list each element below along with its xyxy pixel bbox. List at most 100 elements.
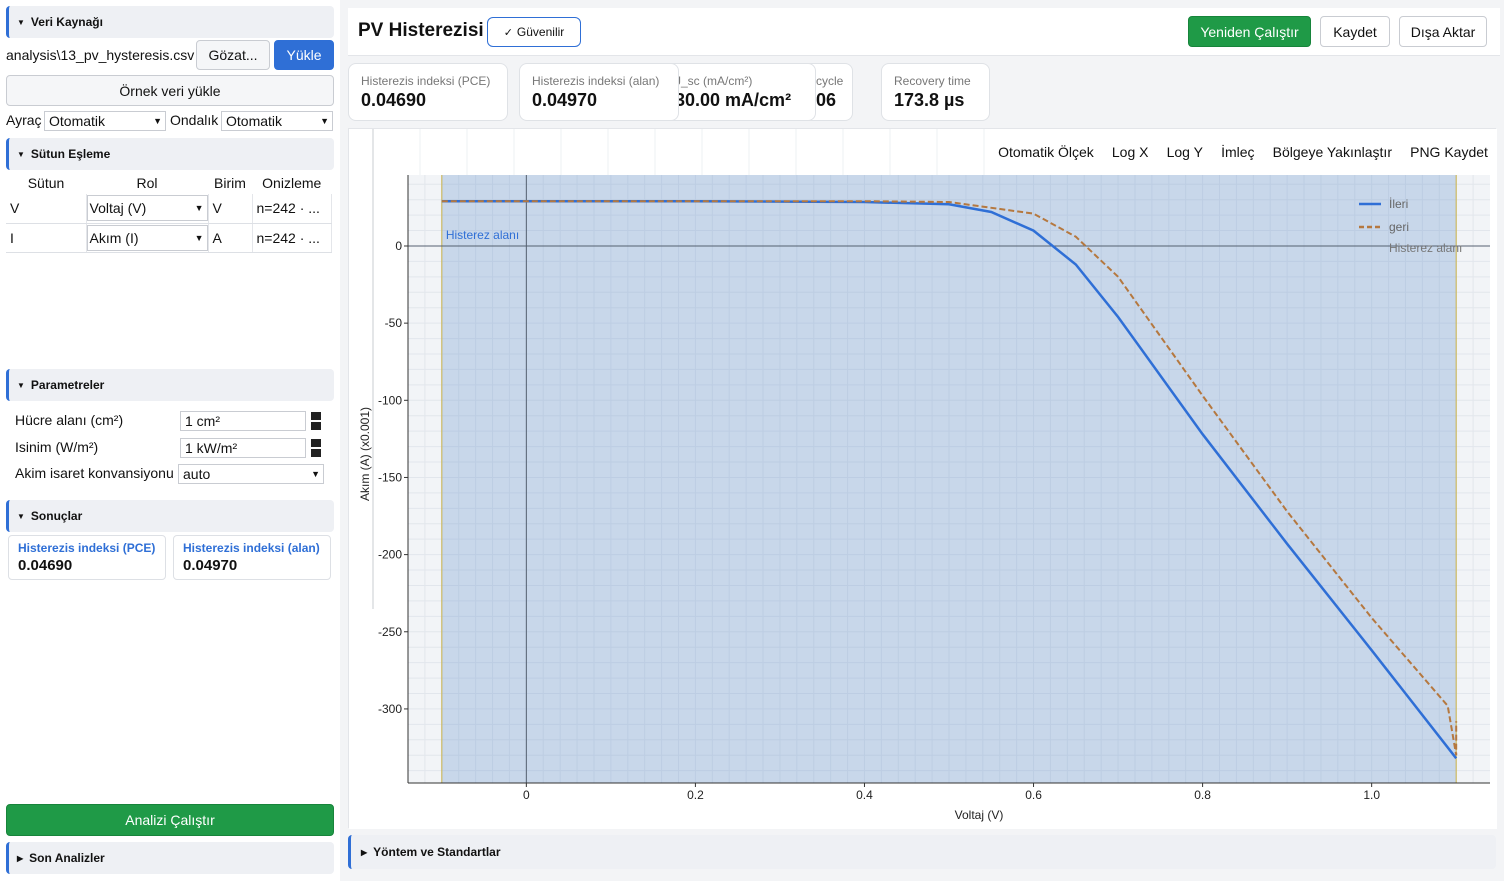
section-methods-standards[interactable]: ▶ Yöntem ve Standartlar [348,835,1496,869]
role-select[interactable]: Voltaj (V) ▼ [86,195,208,222]
collapse-triangle-icon: ▼ [17,17,25,27]
metric-card: Histerezis indeksi (PCE) 0.04690 [348,63,508,121]
y-tick-label: -50 [385,316,403,330]
metric-label: J_sc (mA/cm²) [675,74,753,88]
cell-area-input[interactable]: 1 cm² [180,411,306,431]
role-value: Akım (I) [89,229,139,246]
log-x-button[interactable]: Log X [1112,144,1149,160]
x-axis-label: Voltaj (V) [955,808,1004,822]
load-button[interactable]: Yükle [274,40,334,70]
preview-cell: n=242 · ... [252,223,332,253]
role-select[interactable]: Akım (I) ▼ [86,224,208,251]
legend-label: geri [1389,220,1409,234]
x-tick-label: 0.2 [687,788,704,802]
chevron-down-icon: ▼ [194,232,204,243]
result-card: Histerezis indeksi (alan) 0.04970 [173,535,331,580]
result-label: Histerezis indeksi (PCE) [18,541,156,555]
export-button[interactable]: Dışa Aktar [1399,16,1487,47]
sign-convention-label: Akim isaret konvansiyonu [15,465,174,481]
unit-cell[interactable]: A [208,223,253,253]
legend-label: Histerez alanı [1389,241,1462,255]
metric-value: 0.04690 [361,90,427,110]
chevron-down-icon: ▼ [153,116,162,126]
decimal-label: Ondalık [170,112,219,128]
run-analysis-button[interactable]: Analizi Çalıştır [6,804,334,836]
expand-triangle-icon: ▶ [361,847,368,857]
separator-select[interactable]: Otomatik ▼ [44,111,166,131]
plot-toolbar: Otomatik Ölçek Log X Log Y İmleç Bölgeye… [989,129,1497,175]
column-header: Sütun [27,175,65,191]
section-title: Veri Kaynağı [30,15,103,29]
save-button[interactable]: Kaydet [1320,16,1390,47]
x-tick-label: 0.8 [1194,788,1211,802]
section-recent-analyses[interactable]: ▶ Son Analizler [6,842,334,874]
hysteresis-region [441,175,1457,783]
log-y-button[interactable]: Log Y [1167,144,1203,160]
autoscale-button[interactable]: Otomatik Ölçek [998,144,1094,160]
metric-label: Histerezis indeksi (alan) [532,74,660,88]
chevron-down-icon: ▼ [194,203,204,214]
cell-area-stepper[interactable] [311,412,321,430]
unit-cell[interactable]: V [208,194,253,224]
result-label: Histerezis indeksi (alan) [183,541,320,555]
chevron-down-icon: ▼ [311,469,320,479]
save-png-button[interactable]: PNG Kaydet [1410,144,1488,160]
metric-value: 173.8 µs [894,90,965,110]
file-path-field[interactable]: analysis\13_pv_hysteresis.csv [4,40,194,70]
y-tick-label: 0 [395,239,402,253]
status-badge[interactable]: ✓ Güvenilir [487,17,581,47]
decimal-select[interactable]: Otomatik ▼ [221,111,333,131]
column-header: Birim [214,175,246,191]
irradiance-input[interactable]: 1 kW/m² [180,438,306,458]
chart-svg[interactable]: Histerez alanı 0 0.2 0.4 0.6 0.8 1.0 0 -50 -100 -1… [349,129,1497,829]
collapse-triangle-icon: ▼ [17,511,25,521]
role-value: Voltaj (V) [89,200,147,217]
browse-button[interactable]: Gözat... [196,40,270,70]
y-tick-label: -300 [378,702,402,716]
x-tick-label: 0.4 [856,788,873,802]
section-title: Sütun Eşleme [30,147,111,161]
expand-triangle-icon: ▶ [17,853,24,863]
section-column-mapping[interactable]: ▼ Sütun Eşleme [6,138,334,170]
section-data-source[interactable]: ▼ Veri Kaynağı [6,6,334,38]
cursor-button[interactable]: İmleç [1221,144,1254,160]
y-tick-label: -150 [378,470,402,484]
collapse-triangle-icon: ▼ [17,149,25,159]
column-name: V [6,194,87,224]
y-axis-label: Akım (A) (x0.001) [358,407,372,501]
plot-panel: Histerez alanı 0 0.2 0.4 0.6 0.8 1.0 0 -50 -100 -1… [348,128,1497,829]
result-card: Histerezis indeksi (PCE) 0.04690 [8,535,166,580]
section-results[interactable]: ▼ Sonuçlar [6,500,334,532]
chevron-down-icon: ▼ [320,116,329,126]
section-title: Parametreler [30,378,105,392]
separator-label: Ayraç [6,112,42,128]
column-header: Onizleme [262,175,322,191]
sign-convention-select[interactable]: auto ▼ [178,464,324,484]
zoom-region-button[interactable]: Bölgeye Yakınlaştır [1273,144,1392,160]
section-title: Sonuçlar [30,509,83,523]
section-parameters[interactable]: ▼ Parametreler [6,369,334,401]
y-tick-label: -200 [378,548,402,562]
section-title: Son Analizler [29,851,105,865]
check-icon: ✓ [503,26,513,39]
column-mapping-table: Sütun Rol Birim Onizleme V Voltaj (V) ▼ … [6,172,332,253]
x-tick-label: 0 [523,788,530,802]
decimal-value: Otomatik [226,113,283,129]
left-panel: ▼ Veri Kaynağı analysis\13_pv_hysteresis… [0,0,340,881]
metric-label: cycle [816,74,844,88]
x-tick-label: 0.6 [1025,788,1042,802]
metric-label: Recovery time [894,74,971,88]
result-value: 0.04970 [183,557,238,574]
legend-label: İleri [1389,197,1408,211]
result-value: 0.04690 [18,557,73,574]
irradiance-label: Isinim (W/m²) [15,439,99,455]
metric-card: Histerezis indeksi (alan) 0.04970 [519,63,679,121]
header-bar: PV Histerezisi ✓ Güvenilir Yeniden Çalış… [348,8,1500,56]
load-sample-button[interactable]: Örnek veri yükle [6,75,334,106]
main-area: PV Histerezisi ✓ Güvenilir Yeniden Çalış… [340,0,1504,881]
rerun-button[interactable]: Yeniden Çalıştır [1188,16,1311,47]
page-title: PV Histerezisi [358,20,484,41]
status-badge-label: Güvenilir [516,25,565,39]
irradiance-stepper[interactable] [311,439,321,457]
region-label: Histerez alanı [446,228,519,242]
